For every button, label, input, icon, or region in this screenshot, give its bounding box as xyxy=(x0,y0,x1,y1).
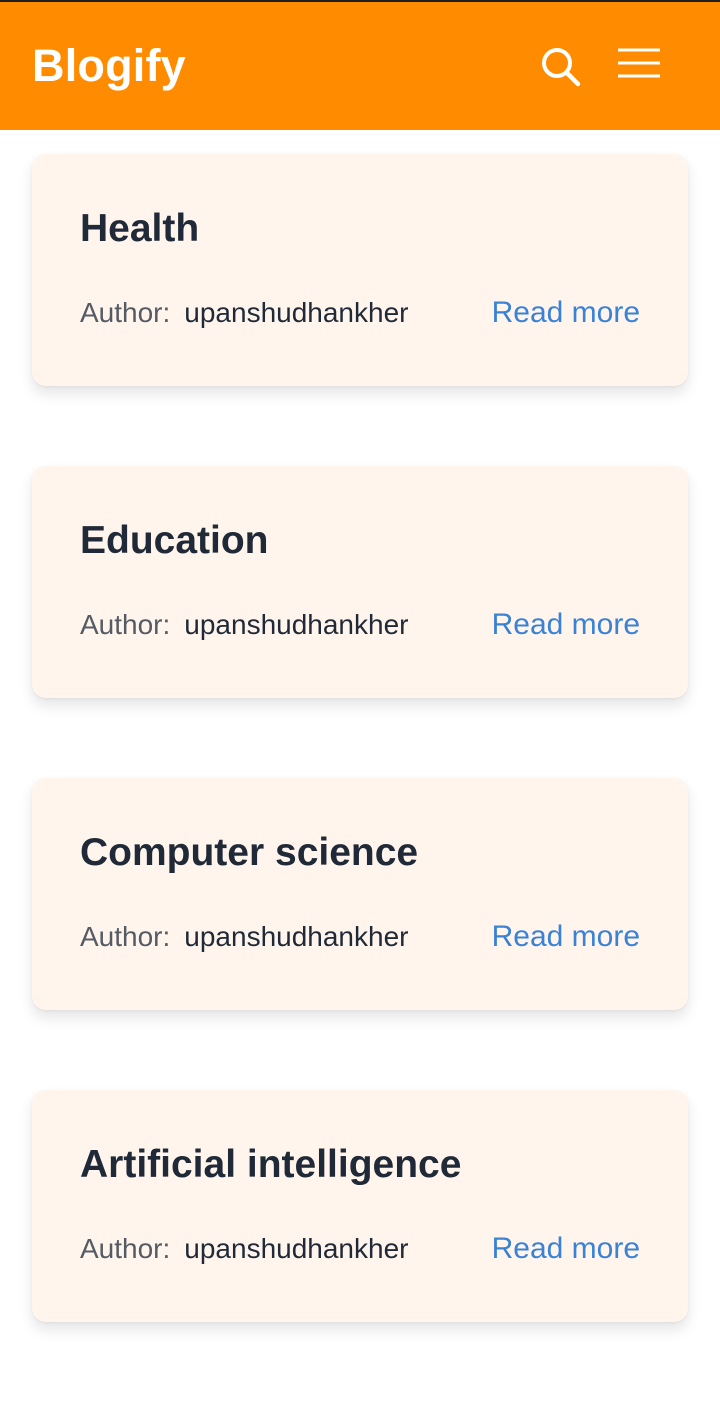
post-author-row: Author: upanshudhankher xyxy=(80,296,408,330)
post-card: Education Author: upanshudhankher Read mo… xyxy=(32,466,688,698)
author-name: upanshudhankher xyxy=(184,921,409,952)
post-title: Health xyxy=(80,207,200,250)
post-title: Artificial intelligence xyxy=(80,1143,462,1186)
post-author-row: Author: upanshudhankher xyxy=(80,1232,408,1266)
hamburger-menu-icon xyxy=(618,48,660,78)
post-list: Health Author: upanshudhankher Read more … xyxy=(32,154,688,1402)
read-more-link[interactable]: Read more xyxy=(492,920,640,954)
read-more-link[interactable]: Read more xyxy=(492,1232,640,1266)
menu-button[interactable] xyxy=(614,42,664,92)
author-label: Author: xyxy=(80,921,171,952)
post-card: Artificial intelligence Author: upanshudh… xyxy=(32,1090,688,1322)
brand-logo-text[interactable]: Blogify xyxy=(32,38,186,94)
post-card: Computer science Author: upanshudhankher … xyxy=(32,778,688,1010)
author-name: upanshudhankher xyxy=(184,297,409,328)
search-button[interactable] xyxy=(536,42,586,92)
author-name: upanshudhankher xyxy=(184,1233,409,1264)
post-title: Education xyxy=(80,519,269,562)
read-more-link[interactable]: Read more xyxy=(492,296,640,330)
post-title: Computer science xyxy=(80,831,419,874)
author-label: Author: xyxy=(80,297,171,328)
read-more-link[interactable]: Read more xyxy=(492,608,640,642)
top-app-bar: Blogify xyxy=(0,0,720,130)
search-icon xyxy=(542,48,581,87)
author-label: Author: xyxy=(80,609,171,640)
author-name: upanshudhankher xyxy=(184,609,409,640)
post-card: Health Author: upanshudhankher Read more xyxy=(32,154,688,386)
post-author-row: Author: upanshudhankher xyxy=(80,920,408,954)
author-label: Author: xyxy=(80,1233,171,1264)
post-author-row: Author: upanshudhankher xyxy=(80,608,408,642)
